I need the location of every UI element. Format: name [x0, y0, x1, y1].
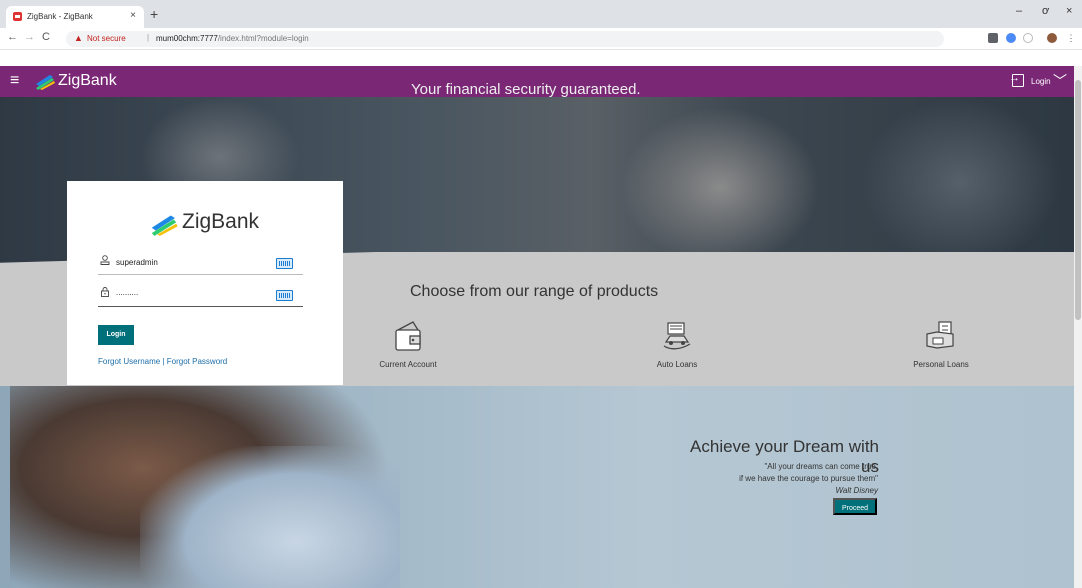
- hero-photo-person-right: [860, 97, 1060, 267]
- url-host: mum00chm:7777: [156, 34, 218, 43]
- tab-close-icon[interactable]: ×: [130, 10, 136, 21]
- username-field[interactable]: superadmin: [98, 253, 303, 275]
- browser-menu-icon[interactable]: ⋮: [1066, 33, 1076, 43]
- zigbank-logo-icon: [149, 214, 179, 241]
- minimize-button[interactable]: –: [1016, 5, 1022, 17]
- hero-photo-person-center: [620, 107, 820, 267]
- close-window-button[interactable]: ×: [1066, 5, 1072, 17]
- virtual-keyboard-icon[interactable]: [276, 290, 293, 301]
- browser-address-bar: ← → C ▲ Not secure | mum00chm:7777/index…: [0, 28, 1082, 71]
- products-title: Choose from our range of products: [410, 283, 659, 300]
- password-value[interactable]: ..........: [116, 288, 138, 297]
- product-label: Auto Loans: [656, 360, 698, 369]
- page-top-gap: [0, 50, 1082, 66]
- hero-tagline: Your financial security guaranteed.: [411, 81, 641, 98]
- url-separator: |: [147, 33, 150, 42]
- field-underline: [98, 306, 303, 307]
- page-scrollbar[interactable]: [1074, 66, 1082, 588]
- url-input[interactable]: ▲ Not secure | mum00chm:7777/index.html?…: [66, 31, 944, 47]
- dream-banner: [0, 386, 1074, 588]
- login-brand: ZigBank: [182, 210, 260, 233]
- car-loan-icon: [663, 322, 691, 350]
- browser-tab-title: ZigBank - ZigBank: [27, 12, 93, 21]
- header-login-link[interactable]: Login: [1031, 77, 1051, 86]
- dream-quote-line2: if we have the courage to pursue them": [739, 474, 878, 483]
- maximize-button[interactable]: ơ: [1042, 5, 1049, 17]
- extension-circle-icon[interactable]: [1023, 33, 1033, 43]
- dream-photo-shirt: [140, 446, 400, 588]
- proceed-button[interactable]: Proceed: [833, 498, 877, 515]
- dream-title: Achieve your Dream with us: [690, 437, 879, 476]
- personal-loan-icon: [926, 321, 954, 349]
- login-button[interactable]: Login: [98, 325, 134, 345]
- dream-quote-line1: "All your dreams can come true,: [764, 462, 878, 471]
- extension-shield-icon[interactable]: [1006, 33, 1016, 43]
- username-value[interactable]: superadmin: [116, 258, 158, 267]
- lock-icon: [101, 287, 109, 297]
- warning-icon: ▲: [74, 33, 83, 43]
- forgot-username-link[interactable]: Forgot Username: [98, 357, 160, 366]
- product-current-account[interactable]: Current Account: [370, 320, 446, 369]
- header-brand: ZigBank: [58, 72, 117, 89]
- profile-avatar-icon[interactable]: [1047, 33, 1057, 43]
- product-personal-loans[interactable]: Personal Loans: [907, 320, 975, 369]
- browser-tab-bar: ZigBank - ZigBank × + – ơ ×: [0, 0, 1082, 28]
- user-icon: [100, 255, 110, 265]
- login-icon[interactable]: [1009, 72, 1024, 87]
- new-tab-button[interactable]: +: [150, 6, 158, 22]
- url-path: /index.html?module=login: [217, 34, 309, 43]
- reload-icon[interactable]: C: [42, 31, 50, 43]
- forgot-password-link[interactable]: Forgot Password: [167, 357, 227, 366]
- product-label: Personal Loans: [913, 360, 969, 369]
- scrollbar-thumb[interactable]: [1075, 80, 1081, 320]
- hamburger-menu-icon[interactable]: ≡: [10, 73, 19, 89]
- extension-icon[interactable]: [988, 33, 998, 43]
- product-label: Current Account: [379, 360, 437, 369]
- zigbank-favicon-icon: [13, 12, 22, 21]
- chevron-down-icon[interactable]: ﹀: [1053, 71, 1067, 91]
- browser-tab[interactable]: ZigBank - ZigBank ×: [6, 6, 144, 28]
- virtual-keyboard-icon[interactable]: [276, 258, 293, 269]
- forgot-links: Forgot Username | Forgot Password: [98, 357, 227, 366]
- zigbank-logo-icon: [34, 74, 56, 95]
- back-arrow-icon[interactable]: ←: [7, 31, 18, 43]
- password-field[interactable]: ..........: [98, 285, 303, 307]
- dream-quote-author: Walt Disney: [835, 486, 878, 495]
- forward-arrow-icon[interactable]: →: [24, 31, 35, 43]
- field-underline: [98, 274, 303, 275]
- wallet-icon: [395, 321, 421, 351]
- url-text: mum00chm:7777/index.html?module=login: [156, 34, 309, 43]
- security-status[interactable]: Not secure: [87, 34, 126, 43]
- product-auto-loans[interactable]: Auto Loans: [649, 320, 705, 369]
